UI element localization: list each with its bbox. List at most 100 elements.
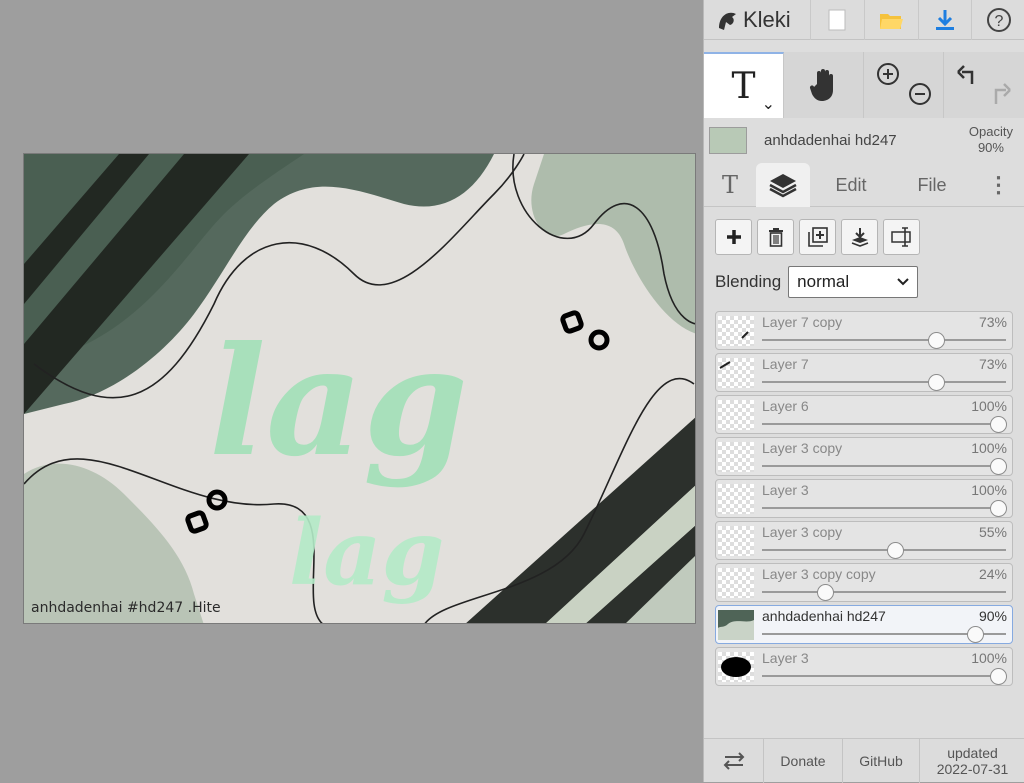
rename-icon	[890, 227, 911, 247]
active-layer-info: anhdadenhai hd247 Opacity 90%	[704, 120, 1024, 160]
layer-item[interactable]: Layer 7 73%	[715, 353, 1013, 392]
layer-opacity-slider[interactable]	[762, 465, 1006, 467]
chevron-down-icon	[897, 278, 909, 286]
layer-name: Layer 3 copy	[762, 440, 843, 456]
layer-thumbnail	[718, 400, 754, 430]
rename-layer-button[interactable]	[883, 219, 920, 255]
layer-opacity-value: 100%	[971, 482, 1007, 498]
layer-item[interactable]: anhdadenhai hd247 90%	[715, 605, 1013, 644]
layer-opacity-slider[interactable]	[762, 423, 1006, 425]
canvas-watermark: anhdadenhai #hd247 .Hite	[31, 600, 221, 616]
layer-item[interactable]: Layer 6 100%	[715, 395, 1013, 434]
swap-arrows-icon	[723, 752, 744, 770]
layer-opacity-handle[interactable]	[887, 542, 905, 559]
layer-thumbnail	[718, 442, 754, 472]
layer-thumbnail	[718, 484, 754, 514]
redo-icon[interactable]	[994, 83, 1011, 104]
layer-name: Layer 3 copy	[762, 524, 843, 540]
download-button[interactable]	[917, 0, 972, 40]
layer-thumbnail	[718, 316, 754, 346]
layer-opacity-handle[interactable]	[990, 668, 1007, 685]
hand-icon	[809, 69, 833, 101]
chevron-down-icon[interactable]: ⌄	[762, 94, 775, 114]
layer-thumbnail	[718, 358, 754, 388]
kleki-logo[interactable]: Kleki	[704, 0, 810, 40]
active-layer-name: anhdadenhai hd247	[764, 132, 897, 149]
layer-opacity-handle[interactable]	[990, 458, 1007, 475]
layer-thumbnail	[718, 526, 754, 556]
blending-select[interactable]: normal	[788, 266, 919, 298]
layer-item[interactable]: Layer 3 copy copy 24%	[715, 563, 1013, 602]
duplicate-layer-button[interactable]	[799, 219, 836, 255]
layer-opacity-handle[interactable]	[990, 500, 1007, 517]
layer-opacity-slider[interactable]	[762, 549, 1006, 551]
merge-down-icon	[851, 228, 868, 247]
text-tool-icon: T	[731, 65, 756, 107]
top-toolbar: Kleki ?	[704, 0, 1024, 40]
layers-icon	[769, 174, 797, 198]
new-file-button[interactable]	[810, 0, 864, 40]
layer-name: Layer 3 copy copy	[762, 566, 876, 582]
layer-item[interactable]: Layer 7 copy 73%	[715, 311, 1013, 350]
updated-label: updated	[947, 745, 998, 761]
layer-thumbnail	[718, 610, 754, 640]
canvas-stage[interactable]: lag lag anhdadenhai #hd247 .Hite	[0, 0, 703, 782]
canvas-big-text: lag	[209, 314, 468, 490]
active-layer-thumbnail	[709, 127, 747, 154]
drawing-canvas[interactable]: lag lag anhdadenhai #hd247 .Hite	[23, 153, 696, 624]
layer-opacity-slider[interactable]	[762, 507, 1006, 509]
open-file-button[interactable]	[863, 0, 918, 40]
undo-redo-controls	[944, 52, 1024, 118]
blending-row: Blending normal	[715, 266, 919, 298]
layer-item[interactable]: Layer 3 100%	[715, 647, 1013, 686]
tab-text[interactable]: T	[704, 163, 756, 207]
layer-item[interactable]: Layer 3 copy 55%	[715, 521, 1013, 560]
undo-icon[interactable]	[957, 65, 974, 84]
bottom-bar: Donate GitHub updated 2022-07-31	[704, 738, 1024, 783]
open-folder-icon	[880, 14, 904, 29]
text-tool-button[interactable]: T ⌄	[704, 52, 784, 118]
layer-name: Layer 7 copy	[762, 314, 843, 330]
more-menu-button[interactable]: ⋮	[972, 163, 1024, 207]
layer-opacity-value: 73%	[978, 356, 1007, 372]
layer-opacity-slider[interactable]	[762, 591, 1006, 593]
tab-file[interactable]: File	[892, 163, 972, 207]
layer-opacity-handle[interactable]	[928, 374, 946, 391]
layer-opacity-slider[interactable]	[762, 339, 1006, 341]
layer-thumbnail	[718, 652, 754, 682]
layer-opacity-handle[interactable]	[928, 332, 946, 349]
tab-edit[interactable]: Edit	[810, 163, 892, 207]
github-link[interactable]: GitHub	[843, 739, 920, 783]
zoom-out-icon[interactable]	[908, 83, 931, 105]
layer-item[interactable]: Layer 3 copy 100%	[715, 437, 1013, 476]
donate-link[interactable]: Donate	[764, 739, 843, 783]
layer-item[interactable]: Layer 3 100%	[715, 479, 1013, 518]
layer-opacity-value: 24%	[978, 566, 1007, 582]
app-title: Kleki	[743, 7, 791, 32]
hand-tool-button[interactable]	[784, 52, 864, 118]
layer-opacity-handle[interactable]	[816, 584, 834, 601]
layer-opacity-value: 100%	[971, 650, 1007, 666]
zoom-in-icon[interactable]	[876, 63, 899, 85]
merge-layer-button[interactable]	[841, 219, 878, 255]
layer-name: Layer 7	[762, 356, 809, 372]
layer-opacity-value: 100%	[971, 398, 1007, 414]
tab-layers[interactable]	[756, 163, 810, 207]
active-layer-opacity: Opacity 90%	[969, 124, 1013, 156]
layer-opacity-slider[interactable]	[762, 675, 1006, 677]
delete-layer-button[interactable]	[757, 219, 794, 255]
opacity-value: 90%	[977, 140, 1004, 155]
layer-opacity-handle[interactable]	[967, 626, 985, 643]
artwork: lag lag	[24, 154, 695, 623]
updated-info[interactable]: updated 2022-07-31	[920, 739, 1024, 783]
plus-icon	[726, 230, 741, 244]
duplicate-icon	[807, 227, 828, 247]
layer-opacity-slider[interactable]	[762, 381, 1006, 383]
updated-date: 2022-07-31	[936, 761, 1009, 777]
layer-opacity-handle[interactable]	[990, 416, 1007, 433]
layer-opacity-value: 55%	[978, 524, 1007, 540]
add-layer-button[interactable]	[715, 219, 752, 255]
help-button[interactable]: ?	[971, 0, 1024, 40]
tool-row: T ⌄	[704, 52, 1024, 118]
swap-side-button[interactable]	[704, 739, 764, 783]
